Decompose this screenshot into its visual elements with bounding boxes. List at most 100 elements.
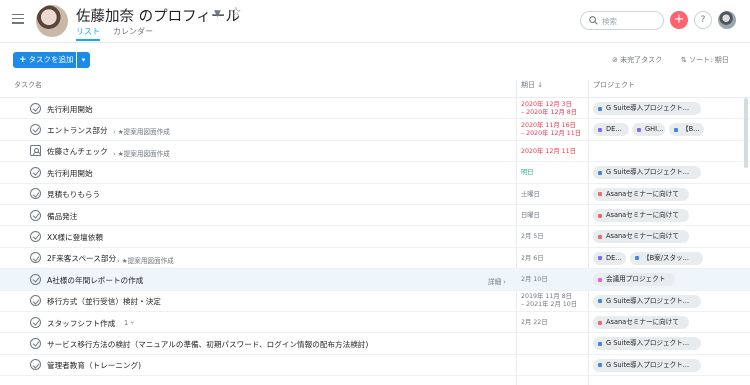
due-date[interactable]: 2020年 12月 11日 xyxy=(521,148,576,156)
complete-checkbox[interactable] xyxy=(30,252,41,264)
project-tag-label: G Suite導入プロジェクト... xyxy=(606,296,690,305)
due-date-line: 2020年 12月 3日 xyxy=(521,100,572,108)
parent-task-label[interactable]: › ★提案用図面作成 xyxy=(113,148,170,158)
complete-checkbox[interactable] xyxy=(30,273,41,285)
task-name[interactable]: 先行利用開始 xyxy=(47,104,93,115)
active-tab-indicator xyxy=(76,39,100,41)
task-name[interactable]: XX様に登壇依頼 xyxy=(47,232,103,243)
complete-checkbox[interactable] xyxy=(30,295,41,307)
task-name[interactable]: エントランス部分 xyxy=(47,125,108,136)
project-tag[interactable]: G Suite導入プロジェクト... xyxy=(593,337,701,351)
table-row[interactable]: 移行方式（並行受信）検討・決定 2019年 11月 8日 – 2021年 2月 10… xyxy=(0,291,750,312)
add-task-dropdown-button[interactable]: ▾ xyxy=(77,52,90,68)
task-name[interactable]: 見積もりもらう xyxy=(47,189,100,200)
complete-checkbox[interactable] xyxy=(30,188,41,200)
add-task-button[interactable]: + タスクを追加 xyxy=(13,52,76,68)
project-tag[interactable]: G Suite導入プロジェクト... xyxy=(593,102,701,115)
due-date-line: 2月 5日 xyxy=(521,233,544,241)
complete-checkbox[interactable] xyxy=(30,166,41,178)
due-date-line: 2020年 12月 11日 xyxy=(521,147,576,155)
due-header-label: 期日 xyxy=(521,81,535,89)
incomplete-filter-button[interactable]: ⊘ 未完了タスク xyxy=(612,55,662,65)
task-name[interactable]: サービス移行方法の検討（マニュアルの準備、初期パスワード、ログイン情報の配布方法… xyxy=(47,339,368,350)
due-date[interactable]: 2020年 12月 3日 – 2020年 12月 8日 xyxy=(521,101,577,117)
table-row[interactable]: スタッフシフト作成 1 ⑂ 2月 22日 Asanaセミナーに向けて xyxy=(0,312,750,334)
due-date-line: 日曜日 xyxy=(521,212,540,219)
parent-task-label[interactable]: › ★提案用図面作成 xyxy=(117,255,174,265)
project-tag[interactable]: Asanaセミナーに向けて xyxy=(593,187,689,201)
project-color-dot xyxy=(598,127,602,132)
project-tag-label: DE... xyxy=(606,125,622,134)
complete-checkbox[interactable] xyxy=(30,123,41,135)
complete-checkbox[interactable] xyxy=(30,316,41,328)
star-icon[interactable]: ☆ xyxy=(230,5,242,20)
chevron-down-icon: ▾ xyxy=(81,56,86,64)
project-color-dot xyxy=(598,234,602,239)
scrollbar[interactable] xyxy=(744,98,748,168)
project-tag[interactable]: G Suite導入プロジェクト... xyxy=(593,358,701,372)
column-header-due[interactable]: 期日 ↓ xyxy=(521,80,543,97)
complete-checkbox[interactable] xyxy=(30,337,41,349)
due-date[interactable]: 土曜日 xyxy=(521,191,540,199)
user-avatar[interactable] xyxy=(718,11,736,29)
project-tag[interactable]: Asanaセミナーに向けて xyxy=(593,316,689,329)
complete-checkbox[interactable] xyxy=(30,359,41,371)
project-tag[interactable]: DE... xyxy=(593,123,629,137)
complete-checkbox[interactable] xyxy=(30,209,41,221)
table-row[interactable]: 先行利用開始 2020年 12月 3日 – 2020年 12月 8日 G Suite導… xyxy=(0,98,750,120)
tab-list[interactable]: リスト xyxy=(76,26,100,37)
column-header-project[interactable]: プロジェクト xyxy=(593,80,635,97)
column-header-task[interactable]: タスク名 xyxy=(14,80,42,97)
project-tag-label: 【B... xyxy=(682,125,700,134)
project-tag[interactable]: G Suite導入プロジェクト... xyxy=(593,166,701,180)
due-date[interactable]: 2月 10日 xyxy=(521,276,548,284)
project-color-dot xyxy=(674,127,678,132)
project-tag[interactable]: 会議用プロジェクト xyxy=(593,273,675,287)
project-tag[interactable]: GHI... xyxy=(632,123,665,137)
hamburger-menu-icon[interactable] xyxy=(12,14,24,24)
project-tag[interactable]: 【B... xyxy=(669,123,704,137)
complete-checkbox[interactable] xyxy=(30,102,41,114)
table-row[interactable]: エントランス部分 › ★提案用図面作成 2020年 11月 16日 – 2020年 1… xyxy=(0,119,750,141)
project-tag[interactable]: Asanaセミナーに向けて xyxy=(593,209,689,222)
table-row[interactable]: 2F来客スペース部分 › ★提案用図面作成 2月 6日 DE... 【B案/スタッ... xyxy=(0,248,750,270)
task-name[interactable]: 先行利用開始 xyxy=(47,168,93,179)
parent-task-label[interactable]: › ★提案用図面作成 xyxy=(113,126,170,136)
task-name[interactable]: 移行方式（並行受信）検討・決定 xyxy=(47,296,161,307)
task-name[interactable]: 佐藤さんチェック xyxy=(47,146,108,157)
table-row[interactable]: XX様に登壇依頼 2月 5日 Asanaセミナーに向けて xyxy=(0,226,750,248)
table-row[interactable]: 先行利用開始 明日 G Suite導入プロジェクト... xyxy=(0,162,750,184)
sort-button[interactable]: ⇅ ソート: 期日 xyxy=(681,55,729,65)
task-name[interactable]: 2F来客スペース部分 xyxy=(47,253,116,264)
due-date[interactable]: 2020年 11月 16日 – 2020年 12月 11日 xyxy=(521,122,581,138)
table-row[interactable]: 管理者教育（トレーニング) G Suite導入プロジェクト... xyxy=(0,355,750,377)
add-circle-button[interactable]: + xyxy=(670,11,688,29)
task-name[interactable]: 管理者教育（トレーニング) xyxy=(47,360,141,371)
search-input[interactable]: 検索 xyxy=(580,11,664,30)
task-name[interactable]: 備品発注 xyxy=(47,211,77,222)
due-date[interactable]: 明日 xyxy=(521,169,534,177)
help-button[interactable]: ? xyxy=(694,11,712,29)
details-link[interactable]: 詳細 › xyxy=(488,276,506,286)
task-name[interactable]: A社様の年間レポートの作成 xyxy=(47,275,143,286)
task-name[interactable]: スタッフシフト作成 xyxy=(47,318,115,329)
due-date[interactable]: 2月 5日 xyxy=(521,233,544,241)
table-row[interactable]: サービス移行方法の検討（マニュアルの準備、初期パスワード、ログイン情報の配布方法… xyxy=(0,333,750,355)
due-date[interactable]: 2月 6日 xyxy=(521,255,544,263)
project-tag[interactable]: 【B案/スタッ... xyxy=(630,251,703,265)
table-row[interactable]: A社様の年間レポートの作成 詳細 › 2月 10日 会議用プロジェクト xyxy=(0,269,750,291)
tab-calendar[interactable]: カレンダー xyxy=(113,26,153,37)
table-row[interactable]: 備品発注 日曜日 Asanaセミナーに向けて xyxy=(0,205,750,227)
table-row[interactable]: 佐藤さんチェック › ★提案用図面作成 2020年 12月 11日 xyxy=(0,141,750,163)
complete-checkbox[interactable] xyxy=(30,230,41,242)
chevron-down-icon[interactable]: ▼ xyxy=(214,9,221,19)
project-tag[interactable]: Asanaセミナーに向けて xyxy=(593,230,689,244)
project-tag[interactable]: G Suite導入プロジェクト... xyxy=(593,294,701,308)
due-date[interactable]: 2019年 11月 8日 – 2021年 2月 10日 xyxy=(521,293,577,309)
due-date[interactable]: 2月 22日 xyxy=(521,319,548,327)
due-date-line: 2019年 11月 8日 xyxy=(521,293,572,301)
due-date[interactable]: 日曜日 xyxy=(521,212,540,220)
project-tag-label: 会議用プロジェクト xyxy=(606,275,666,284)
table-row[interactable]: 見積もりもらう 土曜日 Asanaセミナーに向けて xyxy=(0,184,750,205)
project-tag[interactable]: DE... xyxy=(593,251,626,265)
